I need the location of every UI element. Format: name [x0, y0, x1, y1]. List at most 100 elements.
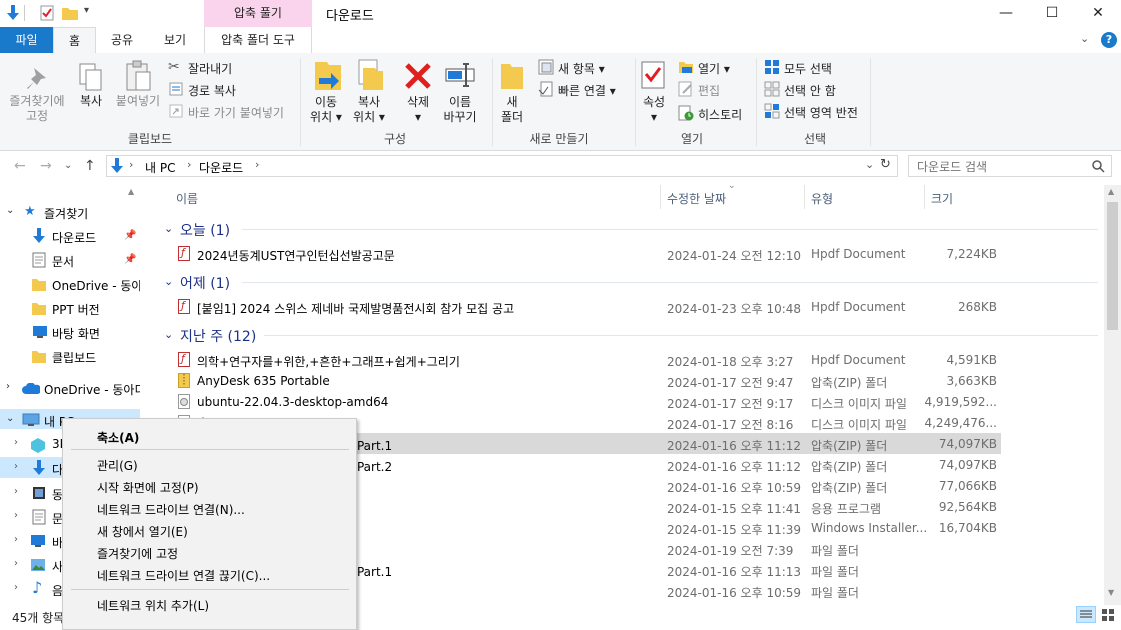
new-folder-button[interactable]: 새 폴더 [494, 95, 530, 125]
easy-access-button[interactable]: 빠른 연결 ▾ [558, 82, 616, 99]
table-row[interactable]: AnyDesk 635 Portable 2024-01-17 오전 9:47 압축… [162, 370, 1001, 391]
group-collapse-icon[interactable]: ⌄ [164, 275, 173, 288]
column-header-type[interactable]: 유형 [811, 190, 833, 207]
column-header-size[interactable]: 크기 [931, 190, 953, 207]
expand-chevron-icon[interactable]: › [6, 381, 10, 392]
select-all-button[interactable]: 모두 선택 [784, 60, 832, 77]
paste-shortcut-button[interactable]: 바로 가기 붙여넣기 [188, 104, 284, 121]
ribbon-expand-icon[interactable]: ⌄ [1080, 32, 1089, 45]
refresh-icon[interactable]: ↻ [880, 157, 891, 172]
group-header-last-week[interactable]: 지난 주 (12) [180, 326, 256, 346]
menu-item[interactable]: 네트워크 드라이브 연결(N)... [97, 501, 245, 518]
group-collapse-icon[interactable]: ⌄ [164, 222, 173, 235]
maximize-button[interactable]: ☐ [1029, 0, 1075, 26]
delete-button[interactable]: 삭제 ▾ [398, 95, 438, 125]
select-none-button[interactable]: 선택 안 함 [784, 82, 836, 99]
column-divider[interactable] [660, 185, 661, 209]
forward-arrow-icon[interactable]: → [40, 158, 52, 174]
paste-button[interactable]: 붙여넣기 [110, 94, 166, 109]
breadcrumb-downloads[interactable]: 다운로드 [199, 159, 243, 176]
expand-chevron-icon[interactable]: ⌄ [6, 205, 14, 216]
expand-chevron-icon[interactable]: › [14, 510, 18, 521]
search-icon[interactable] [1092, 160, 1105, 173]
expand-chevron-icon[interactable]: › [14, 534, 18, 545]
menu-item[interactable]: 네트워크 드라이브 연결 끊기(C)... [97, 567, 270, 584]
close-button[interactable]: ✕ [1075, 0, 1121, 26]
scroll-up-icon[interactable]: ▲ [1108, 187, 1114, 196]
group-header-yesterday[interactable]: 어제 (1) [180, 273, 230, 293]
cut-button[interactable]: 잘라내기 [188, 60, 232, 77]
pin-small-icon[interactable]: 📌 [124, 254, 136, 265]
group-collapse-icon[interactable]: ⌄ [164, 328, 173, 341]
expand-chevron-icon[interactable]: › [14, 461, 18, 472]
tab-compressed-folder-tools[interactable]: 압축 폴더 도구 [204, 27, 312, 53]
nav-onedrive[interactable]: OneDrive - 동아디 [44, 381, 140, 398]
menu-item[interactable]: 관리(G) [97, 457, 138, 474]
table-row[interactable]: 2024년동계UST연구인턴십선발공고문 2024-01-24 오전 12:10… [162, 243, 1001, 264]
breadcrumb-sep-icon[interactable]: › [187, 158, 191, 171]
properties-button[interactable]: 속성 ▾ [636, 95, 672, 125]
breadcrumb-sep-icon[interactable]: › [255, 158, 259, 171]
pin-quick-access-button[interactable]: 즐겨찾기에 고정 [3, 94, 71, 124]
address-dropdown-icon[interactable]: ⌄ [865, 158, 874, 171]
menu-item[interactable]: 시작 화면에 고정(P) [97, 479, 199, 496]
copy-to-button[interactable]: 복사 위치 ▾ [347, 95, 391, 125]
table-row[interactable]: [붙임1] 2024 스위스 제네바 국제발명품전시회 참가 모집 공고 202… [162, 296, 1001, 317]
pin-small-icon[interactable]: 📌 [124, 230, 136, 241]
minimize-button[interactable]: — [983, 0, 1029, 26]
breadcrumb-this-pc[interactable]: 내 PC [145, 159, 175, 176]
move-to-button[interactable]: 이동 위치 ▾ [304, 95, 348, 125]
menu-item[interactable]: 네트워크 위치 추가(L) [97, 597, 209, 614]
invert-selection-button[interactable]: 선택 영역 반전 [784, 104, 858, 121]
menu-item[interactable]: 새 창에서 열기(E) [97, 523, 188, 540]
nav-pinned-clipboard[interactable]: 클립보드 [52, 349, 96, 366]
open-button[interactable]: 열기 ▾ [698, 60, 730, 77]
scroll-down-icon[interactable]: ▼ [1108, 588, 1114, 597]
expand-chevron-icon[interactable]: ⌄ [6, 413, 14, 424]
copy-button[interactable]: 복사 [74, 94, 108, 109]
table-row[interactable]: ubuntu-22.04.3-desktop-amd64 2024-01-17 오… [162, 391, 1001, 412]
nav-pinned-documents[interactable]: 문서 [52, 253, 74, 270]
nav-pinned-downloads[interactable]: 다운로드 [52, 229, 96, 246]
qat-dropdown-icon[interactable]: ▾ [84, 5, 89, 16]
tab-file[interactable]: 파일 [0, 27, 53, 53]
column-divider[interactable] [804, 185, 805, 209]
history-button[interactable]: 히스토리 [698, 106, 742, 123]
column-divider[interactable] [924, 185, 925, 209]
properties-icon[interactable] [40, 5, 54, 21]
nav-pinned-ppt[interactable]: PPT 버전 [52, 301, 100, 318]
up-arrow-icon[interactable]: ↑ [84, 158, 96, 174]
menu-item[interactable]: 즐겨찾기에 고정 [97, 545, 178, 562]
nav-pinned-desktop[interactable]: 바탕 화면 [52, 325, 100, 342]
recent-locations-icon[interactable]: ⌄ [64, 160, 72, 171]
edit-button[interactable]: 편집 [698, 82, 720, 99]
menu-item[interactable]: 축소(A) [97, 429, 139, 446]
address-bar[interactable]: › 내 PC › 다운로드 › ⌄ [106, 155, 898, 177]
column-header-date[interactable]: 수정한 날짜 [667, 190, 726, 207]
expand-chevron-icon[interactable]: › [14, 582, 18, 593]
group-header-today[interactable]: 오늘 (1) [180, 220, 230, 240]
large-icons-view-icon[interactable] [1100, 607, 1116, 623]
copy-path-button[interactable]: 경로 복사 [188, 82, 236, 99]
nav-quick-access[interactable]: 즐겨찾기 [44, 205, 88, 222]
expand-chevron-icon[interactable]: › [14, 486, 18, 497]
nav-pinned-onedrive[interactable]: OneDrive - 동아 [52, 277, 140, 294]
scrollbar-thumb[interactable] [1107, 202, 1118, 330]
search-input[interactable] [915, 157, 1089, 177]
back-arrow-icon[interactable]: ← [14, 158, 26, 174]
new-item-button[interactable]: 새 항목 ▾ [558, 60, 605, 77]
tab-share[interactable]: 공유 [100, 27, 144, 53]
tab-view[interactable]: 보기 [152, 27, 198, 53]
expand-chevron-icon[interactable]: › [14, 558, 18, 569]
rename-button[interactable]: 이름 바꾸기 [438, 95, 482, 125]
help-icon[interactable]: ? [1101, 32, 1117, 48]
breadcrumb-sep-icon[interactable]: › [129, 158, 133, 171]
new-folder-icon[interactable] [62, 6, 78, 20]
expand-chevron-icon[interactable]: › [14, 437, 18, 448]
search-box[interactable] [908, 155, 1112, 177]
details-view-icon[interactable] [1076, 606, 1096, 623]
download-arrow-icon[interactable] [6, 5, 20, 21]
nav-scroll-up-icon[interactable]: ▲ [128, 187, 134, 196]
column-header-name[interactable]: 이름 [176, 190, 198, 207]
table-row[interactable]: 의학+연구자를+위한,+흔한+그래프+쉽게+그리기 2024-01-18 오후 3… [162, 349, 1001, 370]
